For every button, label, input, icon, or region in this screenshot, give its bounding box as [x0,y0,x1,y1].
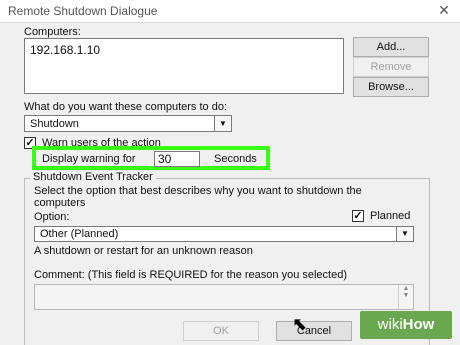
tracker-description: Select the option that best describes wh… [34,185,362,209]
option-selected-value: Other (Planned) [40,228,119,240]
wikihow-watermark: wikiHow [360,311,452,339]
add-button[interactable]: Add... [353,37,429,57]
computers-list[interactable]: 192.168.1.10 [24,38,344,94]
close-icon[interactable]: ✕ [436,2,452,18]
watermark-how: How [402,316,435,333]
display-warning-label: Display warning for [42,153,136,165]
event-tracker-title: Shutdown Event Tracker [30,171,156,183]
action-select[interactable]: Shutdown ▼ [24,115,232,132]
option-select[interactable]: Other (Planned) ▼ [34,226,414,242]
chevron-down-icon[interactable]: ▼ [396,227,413,241]
watermark-wiki: wiki [377,316,403,333]
warning-seconds-input[interactable]: 30 [154,151,200,167]
remote-shutdown-dialog: Remote Shutdown Dialogue ✕ Computers: 19… [0,0,460,345]
ok-button[interactable]: OK [183,321,259,341]
planned-checkbox[interactable]: ✓ [352,210,364,222]
action-label: What do you want these computers to do: [24,101,228,113]
cancel-button[interactable]: Cancel [276,321,352,341]
action-selected-value: Shutdown [30,118,79,130]
list-item[interactable]: 192.168.1.10 [30,43,100,57]
remove-button[interactable]: Remove [353,57,429,77]
dialog-title: Remote Shutdown Dialogue [8,4,158,18]
computers-label: Computers: [24,26,81,38]
option-label: Option: [34,211,70,223]
option-description: A shutdown or restart for an unknown rea… [34,245,253,257]
comment-scrollbar[interactable]: ▲ ▼ [398,285,413,309]
seconds-label: Seconds [214,153,257,165]
planned-label: Planned [370,210,411,222]
mouse-cursor-icon: ⬉ [292,314,308,334]
browse-button[interactable]: Browse... [353,77,429,97]
comment-field[interactable]: ▲ ▼ [34,284,414,310]
title-bar: Remote Shutdown Dialogue ✕ [0,0,460,23]
comment-label: Comment: (This field is REQUIRED for the… [34,269,348,281]
chevron-down-icon[interactable]: ▼ [214,116,231,131]
